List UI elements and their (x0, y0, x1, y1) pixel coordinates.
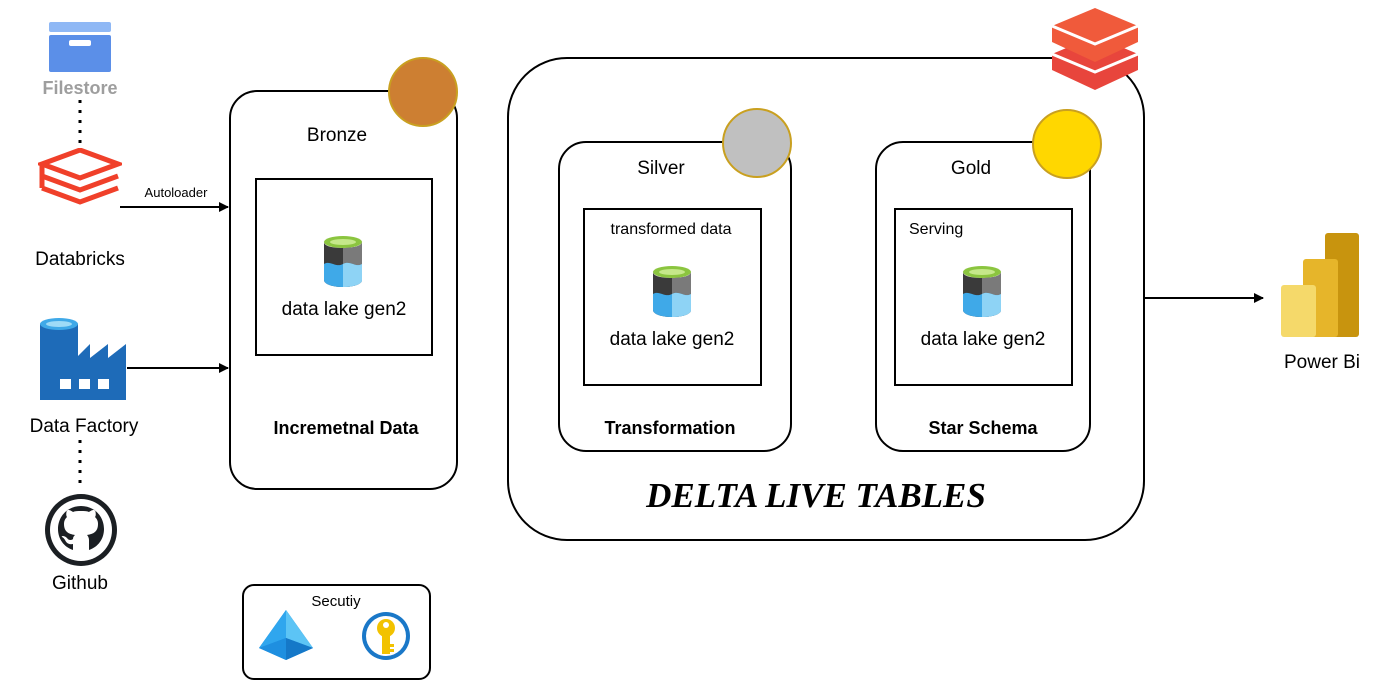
silver-badge (722, 108, 792, 178)
gold-inner-label: Serving (909, 221, 964, 238)
gold-badge (1032, 109, 1102, 179)
bronze-store-label: data lake gen2 (281, 299, 407, 320)
dlt-title: DELTA LIVE TABLES (646, 476, 986, 515)
filestore-icon (49, 22, 111, 72)
gold-store-label: data lake gen2 (920, 329, 1046, 350)
data-lake-icon (963, 266, 1001, 317)
bronze-title: Bronze (306, 125, 368, 146)
databricks-label: Databricks (35, 249, 125, 270)
power-bi-label: Power Bi (1283, 352, 1361, 373)
gold-title: Gold (950, 158, 992, 179)
delta-live-tables-icon (1051, 8, 1139, 90)
filestore-label: Filestore (42, 78, 118, 98)
security-title: Secutiy (311, 593, 361, 610)
bronze-caption: Incremetnal Data (273, 418, 419, 438)
github-label: Github (52, 573, 108, 594)
gold-caption: Star Schema (928, 418, 1038, 438)
bronze-badge (388, 57, 458, 127)
power-bi-icon (1281, 233, 1359, 337)
silver-inner-label: transformed data (610, 221, 732, 238)
silver-title: Silver (637, 158, 685, 179)
data-lake-icon (653, 266, 691, 317)
autoloader-label: Autoloader (144, 185, 208, 200)
key-vault-icon (362, 612, 410, 660)
silver-caption: Transformation (604, 418, 736, 438)
data-factory-label: Data Factory (29, 416, 139, 437)
silver-store-label: data lake gen2 (609, 329, 735, 350)
data-factory-icon (40, 318, 126, 400)
github-icon (45, 494, 117, 566)
entra-id-icon (259, 610, 313, 660)
data-lake-icon (324, 236, 362, 287)
databricks-icon (38, 148, 122, 205)
